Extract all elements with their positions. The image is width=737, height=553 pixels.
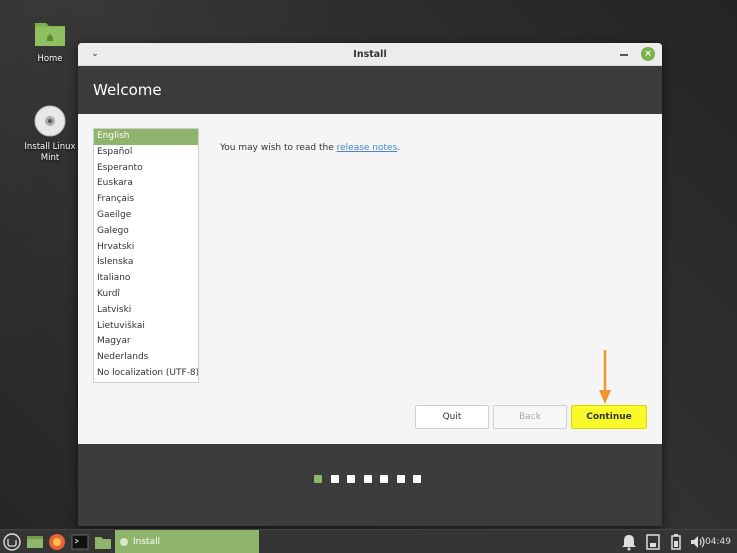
language-item[interactable]: Íslenska	[94, 255, 198, 271]
step-dot	[413, 475, 421, 483]
page-title: Welcome	[93, 81, 162, 99]
language-item[interactable]: Galego	[94, 224, 198, 240]
close-icon[interactable]: ×	[641, 47, 655, 61]
language-item[interactable]: Français	[94, 192, 198, 208]
language-item[interactable]: Italiano	[94, 271, 198, 287]
language-item[interactable]: Magyar	[94, 334, 198, 350]
back-button[interactable]: Back	[493, 405, 567, 429]
language-item[interactable]: Gaeilge	[94, 208, 198, 224]
taskbar-item-label: Install	[133, 537, 161, 547]
step-dot	[347, 475, 355, 483]
language-item[interactable]: Lietuviškai	[94, 319, 198, 335]
progress-footer	[78, 444, 662, 526]
window-title: Install	[353, 49, 387, 60]
desktop-icon-install-linux-mint[interactable]: Install Linux Mint	[20, 104, 80, 164]
taskbar: Install 04:49	[0, 529, 737, 553]
battery-icon[interactable]	[667, 533, 685, 551]
install-window: ⌄ Install × Welcome English Español Espera…	[78, 43, 662, 526]
page-header: Welcome	[78, 66, 662, 114]
network-icon[interactable]	[644, 533, 662, 551]
language-item[interactable]: Euskara	[94, 176, 198, 192]
desktop-icon-label: Install Linux Mint	[24, 142, 76, 163]
release-notes-suffix: .	[397, 143, 401, 153]
desktop-icon-label: Home	[37, 54, 63, 64]
arrow-down-icon	[599, 350, 611, 404]
show-desktop-icon[interactable]	[26, 533, 44, 551]
install-app-icon	[120, 538, 128, 546]
language-item[interactable]: Nederlands	[94, 350, 198, 366]
step-dot	[380, 475, 388, 483]
language-item[interactable]: No localization (UTF-8)	[94, 366, 198, 382]
step-indicator	[314, 475, 430, 485]
welcome-content: English Español Esperanto Euskara Français Ga…	[78, 114, 662, 444]
language-item[interactable]: Latviski	[94, 303, 198, 319]
disc-icon	[33, 104, 67, 138]
step-dot	[330, 475, 339, 483]
step-dot	[396, 475, 405, 483]
language-item[interactable]: Kurdî	[94, 287, 198, 303]
window-titlebar[interactable]: ⌄ Install ×	[78, 43, 662, 66]
step-dot	[314, 475, 322, 483]
folder-icon	[33, 16, 67, 50]
minimize-icon[interactable]	[620, 54, 628, 56]
quit-button[interactable]: Quit	[415, 405, 489, 429]
terminal-icon[interactable]	[71, 533, 89, 551]
language-list[interactable]: English Español Esperanto Euskara Français Ga…	[93, 128, 199, 383]
language-item[interactable]: Esperanto	[94, 161, 198, 177]
language-item[interactable]: Hrvatski	[94, 240, 198, 256]
clock[interactable]: 04:49	[705, 530, 731, 553]
step-dot	[363, 475, 372, 483]
firefox-icon[interactable]	[48, 533, 66, 551]
release-notes-text: You may wish to read the release notes.	[220, 143, 400, 153]
language-item[interactable]: English	[94, 129, 198, 145]
mint-menu-icon[interactable]	[3, 533, 21, 551]
language-item[interactable]: Español	[94, 145, 198, 161]
release-notes-link[interactable]: release notes	[337, 143, 398, 153]
release-notes-prefix: You may wish to read the	[220, 143, 337, 153]
taskbar-item-install[interactable]: Install	[115, 530, 259, 553]
files-icon[interactable]	[94, 533, 112, 551]
continue-button[interactable]: Continue	[571, 405, 647, 429]
notifications-bell-icon[interactable]	[620, 533, 638, 551]
desktop-icon-home[interactable]: Home	[20, 16, 80, 65]
window-menu-chevron-icon[interactable]: ⌄	[88, 43, 102, 66]
